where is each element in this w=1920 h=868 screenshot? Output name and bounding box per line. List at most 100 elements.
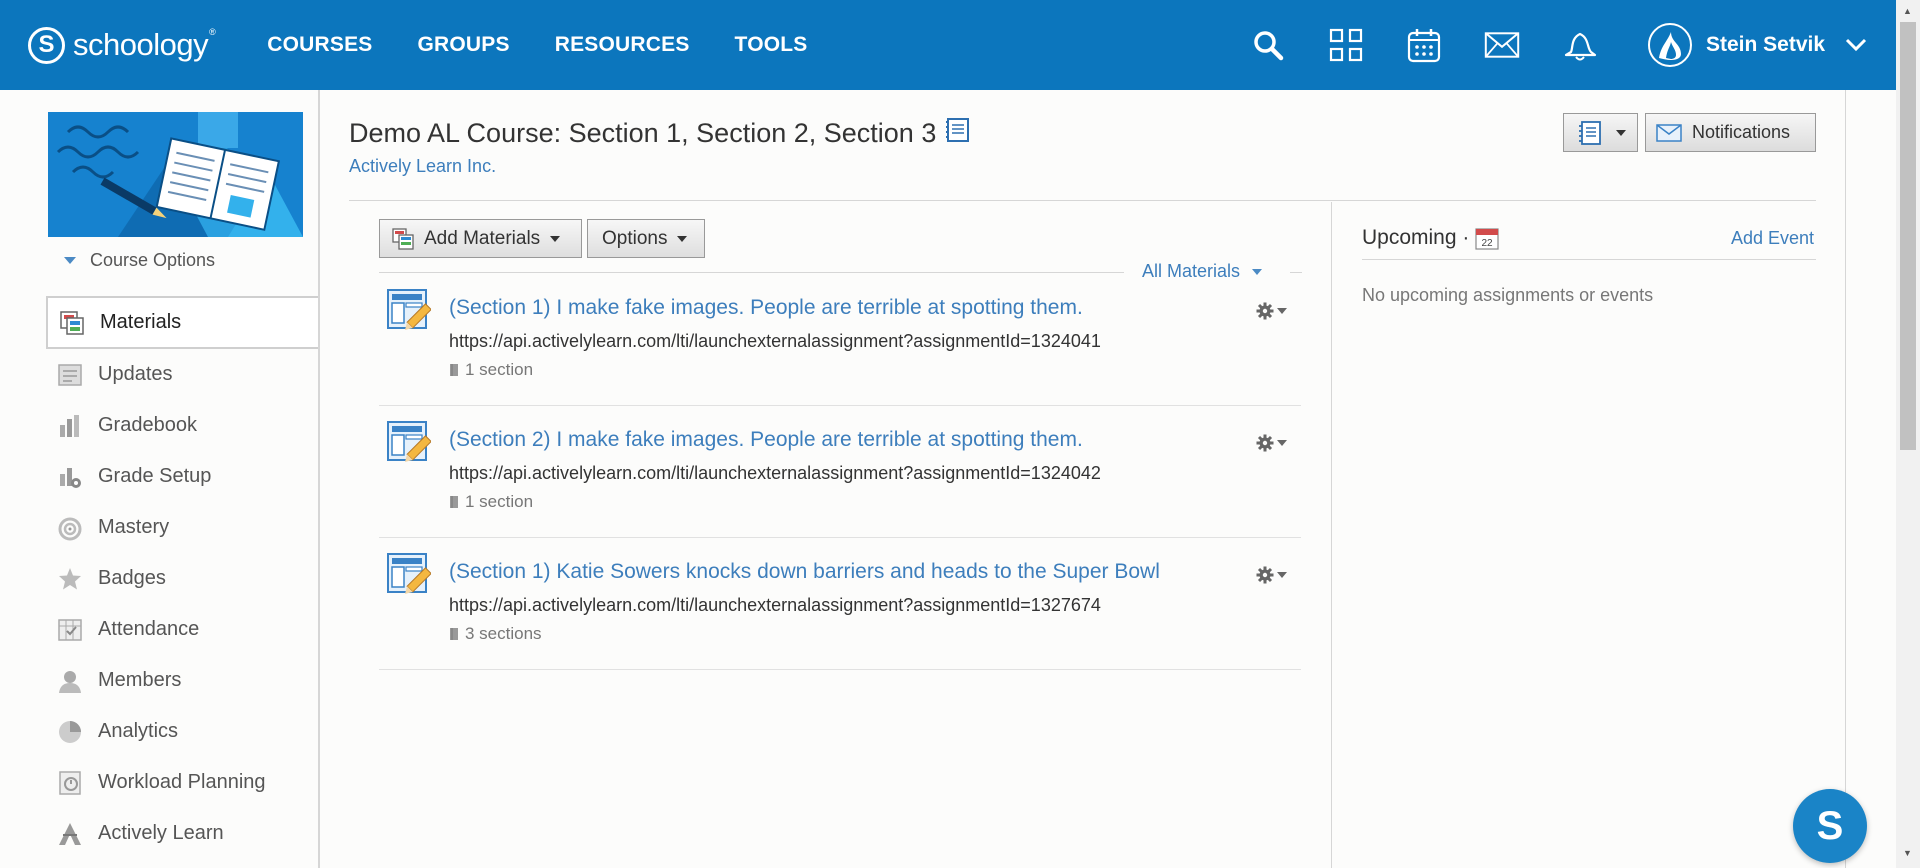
scroll-thumb[interactable] bbox=[1900, 22, 1916, 450]
badges-icon bbox=[56, 565, 84, 593]
sidebar-item-label: Gradebook bbox=[98, 414, 197, 436]
scroll-up-arrow-icon[interactable]: ▲ bbox=[1903, 6, 1912, 16]
external-tool-icon[interactable] bbox=[387, 552, 432, 596]
gear-icon bbox=[1256, 302, 1274, 320]
external-tool-icon[interactable] bbox=[387, 420, 432, 464]
main-nav: COURSES GROUPS RESOURCES TOOLS bbox=[267, 33, 852, 57]
nav-courses[interactable]: COURSES bbox=[267, 33, 372, 57]
material-sections: 1 section bbox=[449, 360, 533, 380]
caret-down-icon bbox=[1277, 440, 1287, 446]
search-icon[interactable] bbox=[1250, 27, 1286, 63]
nav-resources[interactable]: RESOURCES bbox=[555, 33, 690, 57]
notifications-button[interactable]: Notifications bbox=[1645, 113, 1816, 152]
upcoming-empty-message: No upcoming assignments or events bbox=[1362, 285, 1654, 305]
user-menu[interactable]: Stein Setvik bbox=[1648, 0, 1867, 90]
sidebar-item-analytics[interactable]: Analytics bbox=[46, 706, 320, 757]
options-label: Options bbox=[602, 227, 668, 249]
sidebar-item-label: Grade Setup bbox=[98, 465, 212, 487]
caret-down-icon bbox=[1615, 129, 1626, 136]
course-options-label: Course Options bbox=[90, 250, 216, 270]
materials-list: (Section 1) I make fake images. People a… bbox=[379, 274, 1301, 670]
calendar-icon[interactable] bbox=[1406, 27, 1442, 63]
materials-icon bbox=[58, 309, 86, 337]
content-right-border bbox=[1845, 90, 1846, 868]
nav-groups[interactable]: GROUPS bbox=[418, 33, 510, 57]
add-materials-icon bbox=[392, 227, 414, 250]
sidebar-item-label: Materials bbox=[100, 311, 182, 333]
sidebar-item-updates[interactable]: Updates bbox=[46, 349, 320, 400]
help-chat-button[interactable]: S bbox=[1793, 789, 1867, 863]
material-title-link[interactable]: (Section 1) I make fake images. People a… bbox=[449, 296, 1083, 320]
course-banner-image[interactable] bbox=[48, 112, 303, 237]
page-scrollbar[interactable]: ▲ ▼ bbox=[1896, 0, 1920, 868]
gradebook-icon bbox=[56, 412, 84, 440]
add-event-link[interactable]: Add Event bbox=[1731, 228, 1814, 249]
material-url: https://api.activelylearn.com/lti/launch… bbox=[449, 463, 1101, 483]
sidebar-item-label: Mastery bbox=[98, 516, 170, 538]
avatar bbox=[1648, 23, 1692, 67]
material-sections: 3 sections bbox=[449, 624, 542, 644]
material-settings-gear[interactable] bbox=[1256, 566, 1287, 584]
caret-down-icon bbox=[1277, 572, 1287, 578]
sidebar-item-materials[interactable]: Materials bbox=[46, 296, 320, 349]
course-options-menu[interactable]: Course Options bbox=[64, 250, 215, 271]
sidebar-item-label: Members bbox=[98, 669, 182, 691]
material-sections: 1 section bbox=[449, 492, 533, 512]
updates-icon bbox=[56, 361, 84, 389]
chevron-down-icon bbox=[1846, 38, 1867, 52]
sidebar-item-label: Workload Planning bbox=[98, 771, 266, 793]
section-icon bbox=[450, 364, 458, 376]
calendar-icon: 22 bbox=[1475, 228, 1499, 250]
sidebar-item-members[interactable]: Members bbox=[46, 655, 320, 706]
members-icon bbox=[56, 667, 84, 695]
material-settings-gear[interactable] bbox=[1256, 434, 1287, 452]
course-title: Demo AL Course: Section 1, Section 2, Se… bbox=[349, 118, 937, 148]
material-url: https://api.activelylearn.com/lti/launch… bbox=[449, 331, 1101, 351]
actively-learn-icon bbox=[56, 820, 84, 848]
mastery-icon bbox=[56, 514, 84, 542]
scroll-down-arrow-icon[interactable]: ▼ bbox=[1903, 848, 1912, 858]
nav-icons bbox=[1250, 0, 1640, 90]
gear-icon bbox=[1256, 434, 1274, 452]
bell-icon[interactable] bbox=[1562, 27, 1598, 63]
upcoming-divider bbox=[1362, 259, 1816, 260]
workload-planning-icon bbox=[56, 769, 84, 797]
material-title-link[interactable]: (Section 2) I make fake images. People a… bbox=[449, 428, 1083, 452]
options-button[interactable]: Options bbox=[587, 219, 705, 258]
nav-tools[interactable]: TOOLS bbox=[735, 33, 808, 57]
sidebar-item-actively-learn[interactable]: Actively Learn bbox=[46, 808, 320, 859]
upcoming-title: Upcoming · 22 bbox=[1362, 226, 1499, 250]
column-divider bbox=[1331, 202, 1332, 868]
sidebar-item-label: Badges bbox=[98, 567, 166, 589]
section-icon bbox=[450, 628, 458, 640]
sidebar-item-attendance[interactable]: Attendance bbox=[46, 604, 320, 655]
material-settings-gear[interactable] bbox=[1256, 302, 1287, 320]
schoology-logo[interactable]: S schoology® bbox=[28, 26, 216, 64]
external-tool-icon[interactable] bbox=[387, 288, 432, 332]
filter-divider-right bbox=[1290, 272, 1302, 273]
sidebar-item-mastery[interactable]: Mastery bbox=[46, 502, 320, 553]
view-toggle-button[interactable] bbox=[1563, 113, 1638, 152]
material-url: https://api.activelylearn.com/lti/launch… bbox=[449, 595, 1101, 615]
sidebar-item-grade-setup[interactable]: Grade Setup bbox=[46, 451, 320, 502]
add-materials-button[interactable]: Add Materials bbox=[379, 219, 582, 258]
attendance-icon bbox=[56, 616, 84, 644]
sidebar-item-label: Actively Learn bbox=[98, 822, 224, 844]
sidebar-divider bbox=[318, 90, 320, 868]
page-title: Demo AL Course: Section 1, Section 2, Se… bbox=[349, 116, 972, 151]
top-nav: S schoology® COURSES GROUPS RESOURCES TO… bbox=[0, 0, 1896, 90]
user-name: Stein Setvik bbox=[1706, 33, 1826, 56]
apps-grid-icon[interactable] bbox=[1328, 27, 1364, 63]
upcoming-label: Upcoming · bbox=[1362, 226, 1470, 249]
gear-icon bbox=[1256, 566, 1274, 584]
sidebar-item-gradebook[interactable]: Gradebook bbox=[46, 400, 320, 451]
material-title-link[interactable]: (Section 1) Katie Sowers knocks down bar… bbox=[449, 560, 1160, 584]
mail-icon[interactable] bbox=[1484, 27, 1520, 63]
logo-text: schoology® bbox=[73, 27, 216, 62]
caret-down-icon bbox=[550, 235, 561, 242]
sidebar-item-workload-planning[interactable]: Workload Planning bbox=[46, 757, 320, 808]
sidebar-item-badges[interactable]: Badges bbox=[46, 553, 320, 604]
school-link[interactable]: Actively Learn Inc. bbox=[349, 156, 496, 177]
filter-divider bbox=[379, 272, 1124, 273]
sidebar-item-label: Analytics bbox=[98, 720, 179, 742]
